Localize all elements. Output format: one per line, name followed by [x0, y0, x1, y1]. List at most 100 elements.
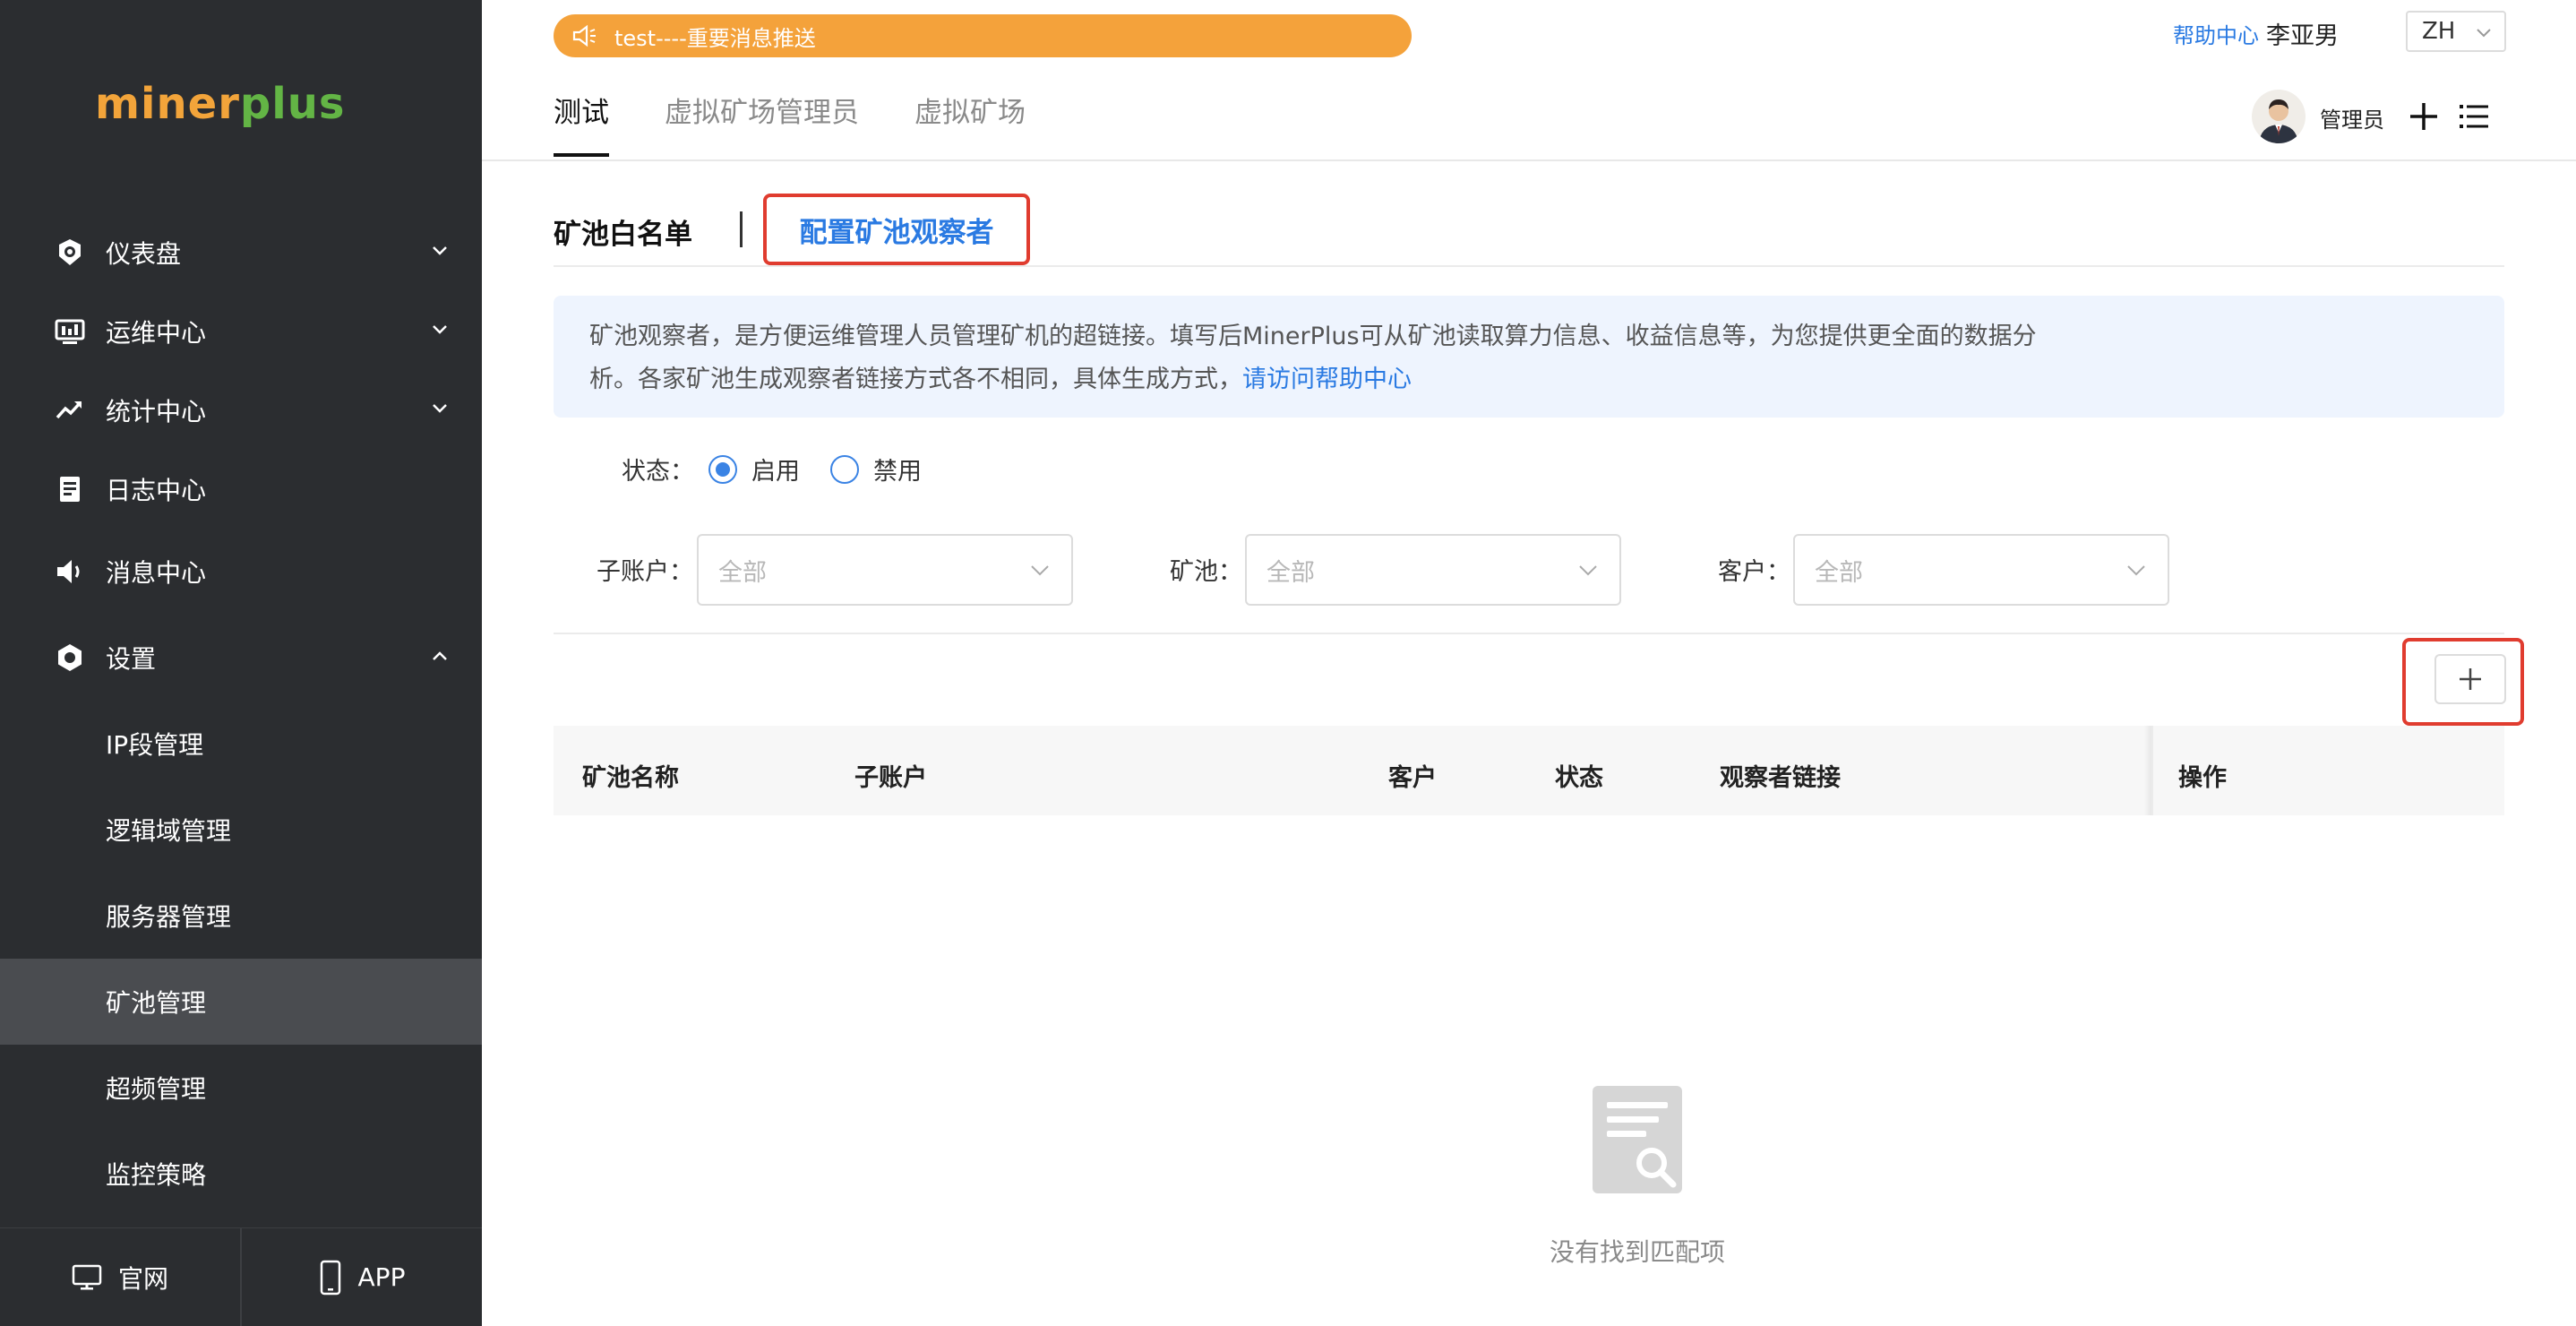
- sidebar-item-settings[interactable]: 设置: [0, 615, 482, 701]
- subaccount-select[interactable]: 全部: [697, 534, 1073, 606]
- website-button[interactable]: 官网: [0, 1228, 240, 1326]
- status-filter: 状态： 启用 禁用: [622, 452, 922, 486]
- column-header-actions: 操作: [2178, 764, 2227, 792]
- chevron-down-icon: [2127, 565, 2145, 576]
- customer-select-value: 全部: [1815, 558, 1863, 587]
- sub-tabs: 矿池白名单 配置矿池观察者: [554, 177, 2504, 267]
- top-tabs: 测试 虚拟矿场管理员 虚拟矿场: [554, 90, 1026, 157]
- settings-icon: [54, 641, 86, 674]
- sidebar-item-dashboard[interactable]: 仪表盘: [0, 213, 482, 292]
- sidebar-bottom-bar: 官网 APP: [0, 1227, 482, 1326]
- column-header-pool-name: 矿池名称: [582, 764, 679, 792]
- tab-pool-observer[interactable]: 配置矿池观察者: [763, 194, 1030, 265]
- website-label: 官网: [117, 1263, 168, 1294]
- sidebar-subitem-ip-segment[interactable]: IP段管理: [0, 701, 482, 787]
- chevron-down-icon: [433, 404, 447, 413]
- tab-pool-whitelist[interactable]: 矿池白名单: [554, 211, 692, 252]
- sidebar-item-ops[interactable]: 运维中心: [0, 292, 482, 371]
- monitor-icon: [54, 315, 86, 348]
- sidebar-item-messages[interactable]: 消息中心: [0, 529, 482, 615]
- info-text-line-1: 矿池观察者，是方便运维管理人员管理矿机的超链接。填写后MinerPlus可从矿池…: [589, 323, 2037, 350]
- language-select[interactable]: ZH: [2406, 11, 2506, 52]
- info-text-line-2-body: 析。各家矿池生成观察者链接方式各不相同，具体生成方式，: [589, 366, 1242, 393]
- notice-text: test----重要消息推送: [614, 25, 816, 51]
- status-disabled-radio[interactable]: [830, 454, 859, 484]
- sidebar-item-label: 日志中心: [106, 476, 207, 505]
- plus-icon[interactable]: [2408, 100, 2440, 133]
- notice-banner[interactable]: test----重要消息推送: [554, 14, 1412, 57]
- sidebar-item-label: 运维中心: [106, 318, 207, 348]
- list-icon[interactable]: [2458, 102, 2490, 131]
- role-label: 管理员: [2320, 108, 2384, 133]
- fixed-column-border: [2151, 726, 2153, 815]
- app-label: APP: [357, 1262, 406, 1292]
- sidebar-item-logs[interactable]: 日志中心: [0, 450, 482, 529]
- sidebar-subitem-logic-domain[interactable]: 逻辑域管理: [0, 787, 482, 873]
- customer-select[interactable]: 全部: [1793, 534, 2169, 606]
- sidebar-subitem-pool[interactable]: 矿池管理: [0, 959, 482, 1045]
- desktop-icon: [72, 1264, 102, 1289]
- customer-label: 客户：: [1718, 558, 1790, 586]
- speaker-icon: [54, 555, 86, 588]
- empty-state: 没有找到匹配项: [1485, 1084, 1790, 1269]
- add-observer-button[interactable]: [2434, 654, 2506, 704]
- column-header-status: 状态: [1555, 764, 1603, 792]
- sidebar-item-label: 设置: [106, 644, 157, 674]
- help-center-inline-link[interactable]: 请访问帮助中心: [1242, 366, 1412, 393]
- sidebar-item-label: 统计中心: [106, 397, 207, 426]
- log-icon: [54, 473, 86, 505]
- sidebar-subitem-server[interactable]: 服务器管理: [0, 873, 482, 959]
- subaccount-label: 子账户：: [597, 558, 693, 586]
- chevron-up-icon: [433, 651, 447, 660]
- logo-text-miner: miner: [95, 79, 240, 129]
- sidebar-item-label: 仪表盘: [106, 239, 182, 269]
- table-header: 矿池名称 子账户 客户 状态 观察者链接 操作: [554, 726, 2504, 815]
- column-header-customer: 客户: [1388, 764, 1437, 792]
- empty-search-document-icon: [1593, 1086, 1682, 1193]
- column-header-subaccount: 子账户: [854, 764, 927, 792]
- mobile-phone-icon: [320, 1260, 340, 1295]
- language-value: ZH: [2422, 18, 2456, 45]
- tab-divider: [740, 211, 743, 247]
- sidebar-item-label: 消息中心: [106, 558, 207, 588]
- chevron-down-icon: [433, 246, 447, 255]
- help-center-link[interactable]: 帮助中心: [2173, 18, 2259, 49]
- status-enabled-label[interactable]: 启用: [751, 452, 800, 486]
- app-button[interactable]: APP: [240, 1228, 482, 1326]
- avatar[interactable]: [2252, 90, 2306, 143]
- user-name[interactable]: 李亚男: [2266, 16, 2339, 51]
- tab-virtual-farm[interactable]: 虚拟矿场: [914, 90, 1026, 157]
- announcement-icon: [572, 24, 596, 47]
- sidebar-nav: 仪表盘 运维中心 统计中心 日志中心 消息中心 设置 IP段管理 逻辑域管理 服…: [0, 213, 482, 1217]
- tab-virtual-farm-admin[interactable]: 虚拟矿场管理员: [665, 90, 859, 157]
- tab-test[interactable]: 测试: [554, 90, 609, 157]
- info-notice: 矿池观察者，是方便运维管理人员管理矿机的超链接。填写后MinerPlus可从矿池…: [554, 296, 2504, 418]
- sidebar-item-stats[interactable]: 统计中心: [0, 371, 482, 450]
- status-enabled-radio[interactable]: [708, 454, 737, 484]
- chevron-down-icon: [1579, 565, 1597, 576]
- main-content: 矿池白名单 配置矿池观察者 矿池观察者，是方便运维管理人员管理矿机的超链接。填写…: [482, 161, 2576, 1326]
- info-text-line-2: 析。各家矿池生成观察者链接方式各不相同，具体生成方式，请访问帮助中心: [589, 358, 2469, 401]
- chevron-down-icon: [433, 325, 447, 334]
- pool-select-value: 全部: [1267, 558, 1315, 587]
- pool-select[interactable]: 全部: [1245, 534, 1621, 606]
- column-header-observer-link: 观察者链接: [1720, 764, 1841, 792]
- logo-text-plus: plus: [239, 79, 346, 129]
- pool-label: 矿池：: [1170, 558, 1242, 586]
- chevron-down-icon: [2477, 29, 2491, 38]
- empty-state-text: 没有找到匹配项: [1549, 1237, 1725, 1267]
- dashboard-icon: [54, 237, 86, 269]
- subaccount-select-value: 全部: [718, 558, 767, 587]
- top-header: test----重要消息推送 帮助中心 李亚男 ZH 测试 虚拟矿场管理员 虚拟…: [482, 0, 2576, 161]
- status-label: 状态：: [622, 458, 694, 486]
- plus-icon: [2460, 668, 2481, 690]
- filter-divider: [554, 633, 2504, 634]
- status-disabled-label[interactable]: 禁用: [873, 452, 922, 486]
- chevron-down-icon: [1031, 565, 1049, 576]
- sidebar: minerplus 仪表盘 运维中心 统计中心 日志中心 消息中心 设置 IP段…: [0, 0, 482, 1326]
- trend-icon: [54, 394, 86, 426]
- minerplus-logo[interactable]: minerplus: [95, 79, 345, 129]
- sidebar-subitem-overclock[interactable]: 超频管理: [0, 1045, 482, 1131]
- tab-pool-observer-label: 配置矿池观察者: [799, 216, 994, 249]
- sidebar-subitem-monitor-policy[interactable]: 监控策略: [0, 1131, 482, 1217]
